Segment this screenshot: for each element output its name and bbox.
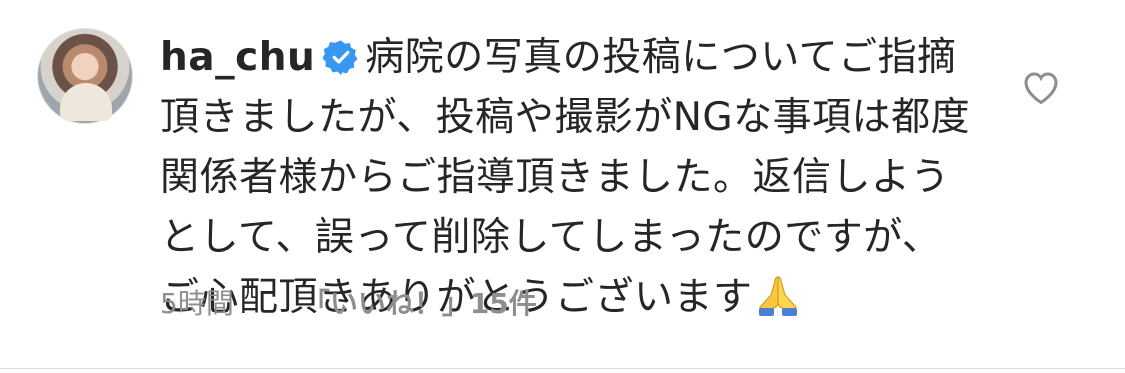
divider [0,368,1125,369]
comment-row: ha_chu 病院の写真の投稿についてご指摘頂きましたが、投稿や撮影がNGな事項は… [0,0,1125,368]
avatar[interactable] [37,28,133,124]
pray-icon [753,273,803,317]
verified-badge-icon [323,39,359,75]
username[interactable]: ha_chu [160,35,315,80]
like-heart-icon[interactable] [1023,71,1059,105]
comment-time: 5時間 [160,287,234,320]
comment-meta: 5時間 「いいね！」15件 [160,282,537,322]
likes-count-button[interactable]: 「いいね！」15件 [302,282,537,322]
